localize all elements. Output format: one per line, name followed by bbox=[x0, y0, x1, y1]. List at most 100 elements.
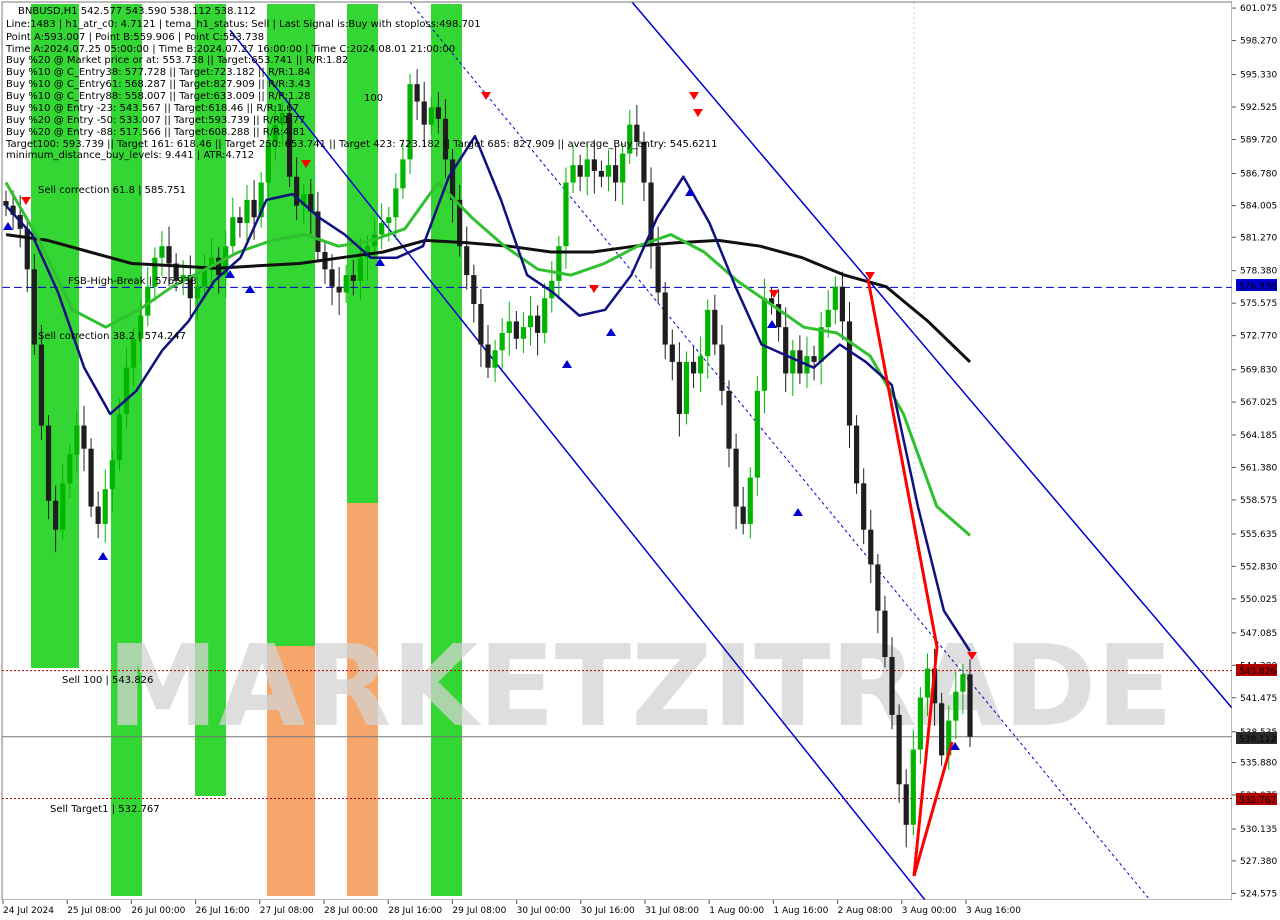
y-tick-label: 524.575 bbox=[1240, 889, 1277, 899]
y-tick-label: 564.185 bbox=[1240, 431, 1277, 441]
candle-body bbox=[612, 165, 619, 183]
watermark-layer: MARKETZITRADE bbox=[107, 622, 1173, 752]
axis-frame bbox=[0, 0, 1280, 920]
candle-body bbox=[464, 246, 470, 276]
sell-arrow-icon bbox=[481, 92, 491, 100]
buy-arrow-icon bbox=[767, 320, 777, 328]
y-tick-label: 586.780 bbox=[1240, 169, 1277, 179]
y-tick-label: 581.270 bbox=[1240, 233, 1277, 243]
candle-body bbox=[903, 784, 909, 825]
sell-100-label: Sell 100 | 543.826 bbox=[62, 675, 153, 686]
channel-lower-line bbox=[229, 29, 926, 901]
x-tick-label: 25 Jul 08:00 bbox=[67, 906, 121, 916]
candle-body bbox=[620, 153, 626, 183]
candle-body bbox=[123, 367, 130, 414]
candle-body bbox=[939, 703, 945, 756]
candle-body bbox=[882, 610, 888, 657]
candle-body bbox=[435, 107, 441, 119]
candle-body bbox=[917, 697, 923, 750]
candle-body bbox=[81, 425, 87, 449]
x-tick-label: 1 Aug 16:00 bbox=[773, 906, 828, 916]
candle-body bbox=[861, 483, 867, 530]
y-tick-label: 527.380 bbox=[1240, 857, 1277, 867]
y-tick-label: 598.270 bbox=[1240, 37, 1277, 47]
candle-body bbox=[357, 257, 364, 281]
sell100-badge-text: 543.826 bbox=[1239, 667, 1276, 677]
candle-body bbox=[690, 361, 697, 374]
candle-body bbox=[116, 413, 123, 461]
x-tick-label: 30 Jul 16:00 bbox=[581, 906, 635, 916]
buy-arrow-icon bbox=[562, 360, 572, 368]
candle-body bbox=[662, 292, 668, 345]
candle-body bbox=[726, 390, 732, 449]
candle-body bbox=[230, 217, 236, 247]
candle-body bbox=[74, 425, 80, 455]
info-line-9: Buy %10 @ Entry -23: 543.567 || Target:6… bbox=[6, 103, 299, 114]
sell-arrow-icon bbox=[21, 197, 31, 205]
y-tick-label: 558.575 bbox=[1240, 496, 1277, 506]
candle-body bbox=[343, 275, 349, 293]
candle-body bbox=[598, 170, 605, 177]
buy-arrow-icon bbox=[685, 188, 695, 196]
x-tick-label: 3 Aug 00:00 bbox=[902, 906, 957, 916]
info-line-7: Buy %10 @ C_Entry61: 568.287 || Target:8… bbox=[6, 79, 311, 90]
fsb-badge-text: 576.938 bbox=[1239, 282, 1276, 292]
candle-body bbox=[868, 529, 874, 565]
candle-body bbox=[3, 201, 9, 206]
candle-body bbox=[520, 327, 527, 339]
buy-arrow-icon bbox=[793, 508, 803, 516]
current-badge-text: 538.112 bbox=[1239, 735, 1276, 745]
candle-body bbox=[542, 298, 548, 333]
candle-body bbox=[875, 564, 881, 611]
candle-body bbox=[393, 188, 399, 218]
sell-arrow-icon bbox=[769, 290, 779, 298]
candle-body bbox=[924, 668, 931, 698]
buy-arrow-icon bbox=[98, 552, 108, 560]
y-tick-label: 575.575 bbox=[1240, 299, 1277, 309]
y-tick-label: 592.525 bbox=[1240, 103, 1277, 113]
candle-body bbox=[38, 344, 45, 426]
y-tick-label: 578.380 bbox=[1240, 267, 1277, 277]
candle-body bbox=[846, 321, 853, 426]
info-line-1: BNBUSD,H1 542.577 543.590 538.112 538.11… bbox=[18, 6, 256, 17]
candle-body bbox=[194, 286, 200, 299]
candle-body bbox=[733, 448, 739, 507]
candle-body bbox=[471, 275, 477, 305]
candle-body bbox=[485, 344, 491, 368]
x-tick-label: 28 Jul 16:00 bbox=[388, 906, 442, 916]
candle-body bbox=[683, 361, 690, 414]
candle-body bbox=[783, 327, 789, 374]
y-tick-label: 601.075 bbox=[1240, 4, 1277, 14]
candle-body bbox=[88, 448, 94, 507]
candle-body bbox=[244, 199, 250, 224]
info-line-11: Buy %20 @ Entry -88: 517.566 || Target:6… bbox=[6, 127, 305, 138]
candle-body bbox=[251, 199, 257, 218]
info-line-12: Target100: 593.739 || Target 161: 618.46… bbox=[5, 139, 717, 150]
sell-arrow-icon bbox=[589, 285, 599, 293]
candle-body bbox=[53, 500, 59, 530]
candle-body bbox=[499, 332, 505, 351]
candle-body bbox=[825, 309, 831, 328]
buy-arrow-icon bbox=[606, 328, 616, 336]
y-tick-label: 530.135 bbox=[1240, 825, 1277, 835]
y-tick-label: 552.830 bbox=[1240, 562, 1277, 572]
target-badge-text: 532.767 bbox=[1239, 796, 1276, 806]
candle-body bbox=[421, 101, 427, 125]
sell-arrow-icon bbox=[693, 109, 703, 117]
candle-body bbox=[478, 304, 484, 345]
x-tick-label: 26 Jul 00:00 bbox=[131, 906, 185, 916]
x-tick-label: 1 Aug 00:00 bbox=[709, 906, 764, 916]
candle-body bbox=[790, 350, 796, 374]
candle-body bbox=[45, 425, 52, 501]
candle-body bbox=[428, 107, 434, 125]
x-tick-label: 24 Jul 2024 bbox=[3, 906, 54, 916]
info-line-3: Point A:593.007 | Point B:559.906 | Poin… bbox=[6, 32, 264, 43]
candle-body bbox=[655, 246, 661, 293]
candle-body bbox=[577, 165, 583, 177]
price-chart[interactable]: MARKETZITRADE Sell correction 61.8 | 585… bbox=[0, 0, 1280, 920]
sell-arrow-icon bbox=[689, 92, 699, 100]
candle-body bbox=[818, 327, 824, 362]
y-tick-label: 584.005 bbox=[1240, 202, 1277, 212]
candle-body bbox=[386, 217, 392, 224]
x-tick-label: 27 Jul 08:00 bbox=[260, 906, 314, 916]
